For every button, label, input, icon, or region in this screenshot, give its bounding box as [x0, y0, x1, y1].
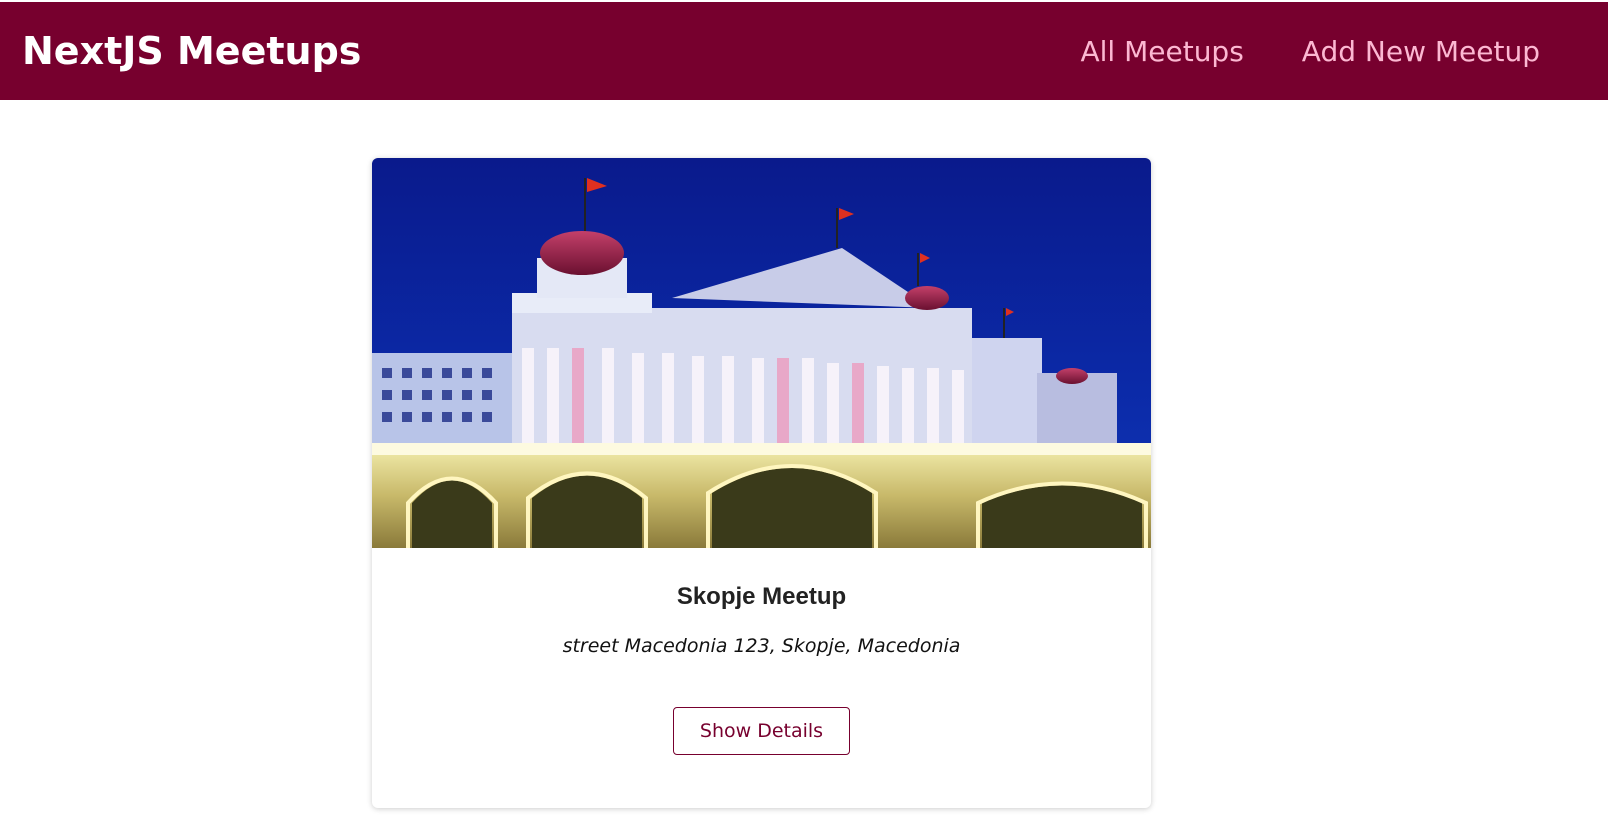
site-logo[interactable]: NextJS Meetups	[22, 29, 361, 73]
card-content: Skopje Meetup street Macedonia 123, Skop…	[372, 548, 1151, 657]
nav-list: All Meetups Add New Meetup	[1080, 35, 1540, 68]
main-header: NextJS Meetups All Meetups Add New Meetu…	[0, 2, 1608, 100]
nav-item-add-meetup: Add New Meetup	[1302, 35, 1540, 68]
card-actions: Show Details	[372, 707, 1151, 755]
meetup-card: Skopje Meetup street Macedonia 123, Skop…	[372, 158, 1151, 808]
meetup-image	[372, 158, 1151, 548]
meetup-title: Skopje Meetup	[676, 583, 847, 610]
nav-item-all-meetups: All Meetups	[1080, 35, 1243, 68]
show-details-button[interactable]: Show Details	[673, 707, 850, 755]
main-nav: All Meetups Add New Meetup	[1080, 35, 1540, 68]
meetup-address: street Macedonia 123, Skopje, Macedonia	[562, 635, 961, 657]
all-meetups-link[interactable]: All Meetups	[1080, 35, 1243, 68]
add-new-meetup-link[interactable]: Add New Meetup	[1302, 35, 1540, 68]
